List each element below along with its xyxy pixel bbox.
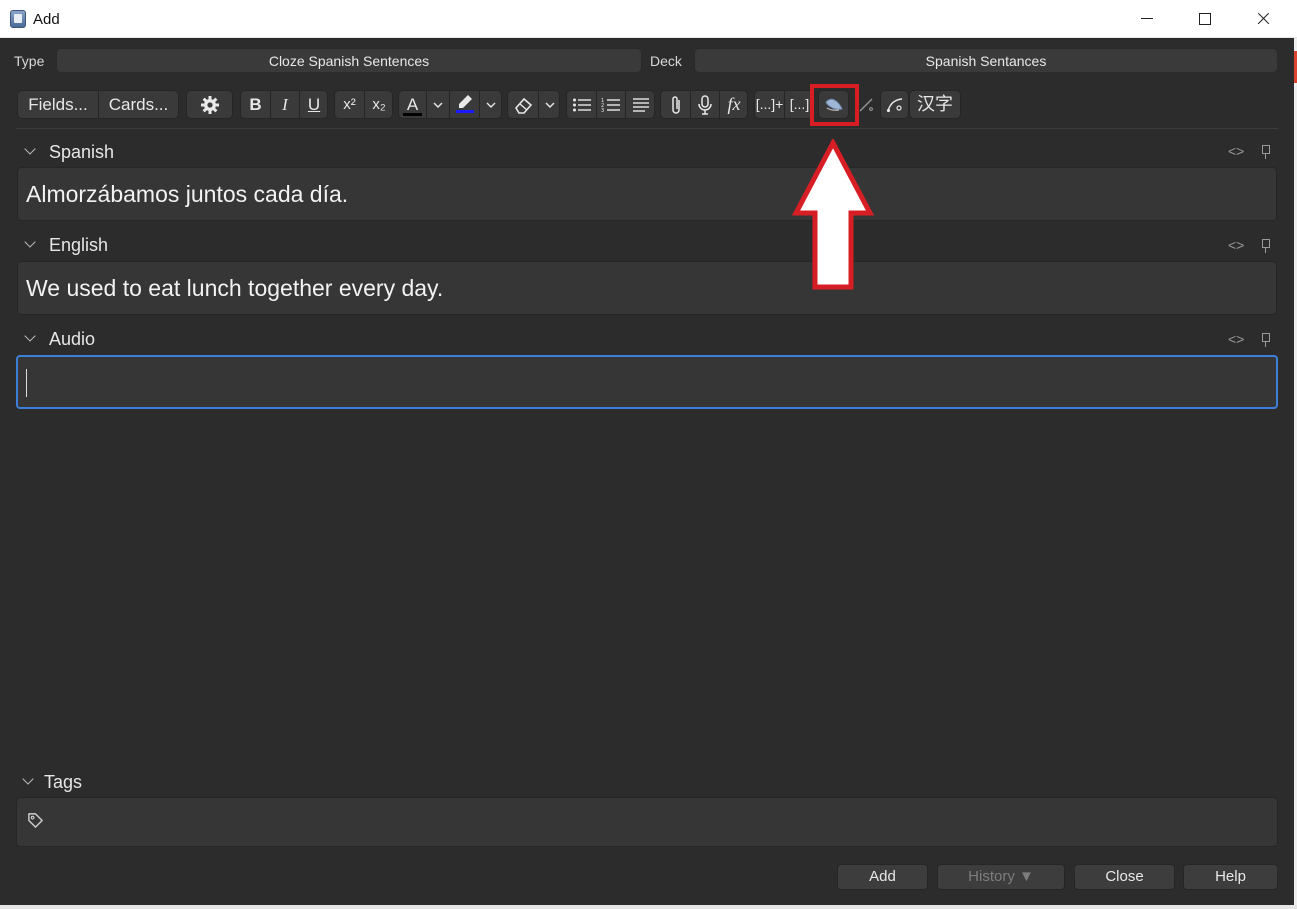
field-english-input[interactable]: We used to eat lunch together every day. [17, 261, 1277, 315]
cards-button[interactable]: Cards... [98, 91, 178, 118]
chevron-down-icon [486, 102, 496, 108]
media-group: fx [660, 90, 748, 119]
window-bottom-edge [0, 905, 1297, 909]
chevron-down-icon [433, 102, 443, 108]
deck-label: Deck [650, 53, 682, 69]
fields-button[interactable]: Fields... [18, 91, 98, 118]
html-editor-toggle[interactable]: <> [1228, 331, 1244, 347]
cloze-group: [...]+ [...] [754, 90, 814, 119]
script-group: x² x₂ [334, 90, 393, 119]
pin-icon[interactable] [1261, 333, 1270, 347]
highlight-color-dropdown[interactable] [479, 91, 502, 118]
field-spanish-input[interactable]: Almorzábamos juntos cada día. [17, 167, 1277, 221]
text-color-dropdown[interactable] [426, 91, 449, 118]
chevron-down-icon[interactable] [24, 236, 36, 248]
maximize-button[interactable] [1176, 0, 1234, 38]
history-button[interactable]: History ▼ [937, 864, 1065, 890]
color-group: A [398, 90, 502, 119]
text-color-letter: A [406, 95, 419, 114]
chinese-button[interactable]: 汉字 [910, 91, 960, 118]
bold-button[interactable]: B [241, 91, 270, 118]
fields-cards-group: Fields... Cards... [17, 90, 179, 119]
chevron-down-icon[interactable] [24, 330, 36, 342]
add-button[interactable]: Add [837, 864, 928, 890]
highlight-color-button[interactable] [449, 91, 479, 118]
anki-app-icon [10, 10, 26, 28]
note-type-selector[interactable]: Cloze Spanish Sentences [56, 48, 642, 73]
field-title-spanish: Spanish [49, 142, 115, 162]
eraser-group [507, 90, 560, 119]
toolbar-divider [16, 128, 1278, 129]
tags-input[interactable] [16, 797, 1278, 847]
options-group [186, 90, 233, 119]
list-group: 1 2 3 [566, 90, 655, 119]
curve-tool-icon[interactable] [881, 91, 908, 118]
highlighter-icon [455, 95, 474, 113]
underline-button[interactable]: U [299, 91, 328, 118]
field-audio-input[interactable] [16, 355, 1278, 409]
bullet-list-icon[interactable] [567, 91, 596, 118]
eraser-icon[interactable] [508, 91, 538, 118]
chevron-down-icon [545, 102, 554, 108]
annotation-highlight-box [810, 84, 859, 126]
subscript-button[interactable]: x₂ [364, 91, 393, 118]
html-editor-toggle[interactable]: <> [1228, 237, 1244, 253]
window-title: Add [33, 11, 60, 28]
chevron-down-icon[interactable] [24, 143, 36, 155]
superscript-button[interactable]: x² [335, 91, 364, 118]
field-title-english: English [49, 235, 109, 255]
svg-text:3: 3 [601, 108, 604, 113]
text-format-group: B I U [240, 90, 328, 119]
microphone-icon[interactable] [690, 91, 719, 118]
chevron-down-icon[interactable] [22, 773, 34, 785]
close-button[interactable]: Close [1074, 864, 1175, 890]
mathjax-button[interactable]: fx [719, 91, 748, 118]
minimize-button[interactable] [1118, 0, 1176, 38]
help-button[interactable]: Help [1183, 864, 1278, 890]
addon-group-3 [880, 90, 909, 119]
eraser-dropdown[interactable] [538, 91, 560, 118]
close-window-button[interactable] [1234, 0, 1292, 38]
add-window: Add Type Cloze Spanish Sentences Deck Sp… [0, 0, 1297, 909]
pin-icon[interactable] [1261, 239, 1270, 253]
annotation-arrow-icon [792, 139, 874, 290]
title-bar: Add [0, 0, 1297, 38]
pin-icon[interactable] [1261, 145, 1270, 159]
type-label: Type [14, 53, 45, 69]
tag-icon [28, 813, 43, 828]
paperclip-icon[interactable] [661, 91, 690, 118]
tags-label: Tags [44, 772, 83, 792]
align-icon[interactable] [625, 91, 655, 118]
italic-button[interactable]: I [270, 91, 299, 118]
text-color-button[interactable]: A [399, 91, 426, 118]
text-color-swatch [403, 113, 422, 116]
numbered-list-icon[interactable]: 1 2 3 [596, 91, 625, 118]
html-editor-toggle[interactable]: <> [1228, 143, 1244, 159]
gear-icon[interactable] [187, 91, 232, 118]
deck-selector[interactable]: Spanish Sentances [694, 48, 1278, 73]
text-caret [26, 369, 27, 397]
cloze-button[interactable]: [...]+ [755, 91, 784, 118]
field-title-audio: Audio [49, 329, 96, 349]
chinese-group: 汉字 [909, 90, 961, 119]
